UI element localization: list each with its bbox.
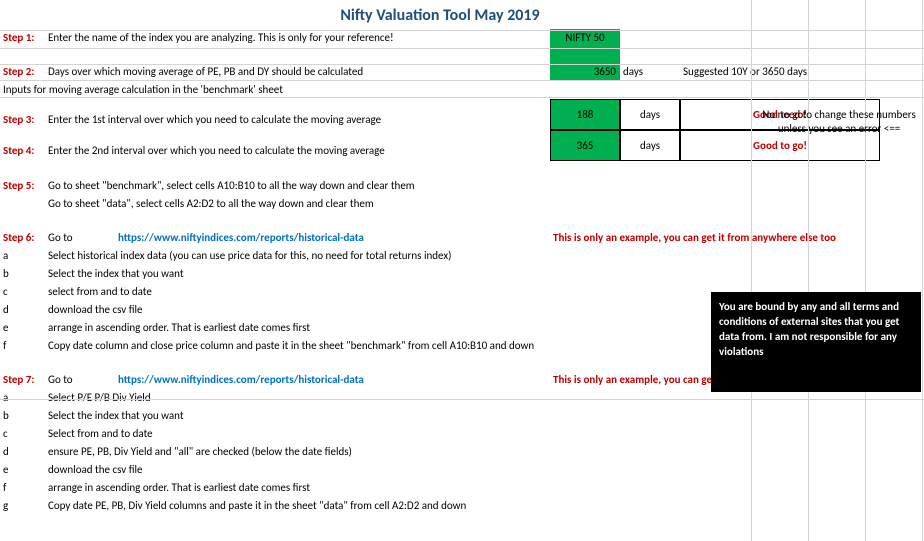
step7-url[interactable]: https://www.niftyindices.com/reports/his…	[115, 371, 550, 389]
step7-d: ensure PE, PB, Div Yield and "all" are c…	[45, 443, 880, 461]
step2-suggest: Suggested 10Y or 3650 days	[680, 63, 880, 81]
step1-value[interactable]: NIFTY 50	[550, 29, 620, 47]
step6-e-label: e	[0, 319, 45, 337]
step7-g-label: g	[0, 497, 45, 515]
step7-label: Step 7:	[0, 371, 45, 389]
step2-value[interactable]: 3650	[550, 63, 620, 81]
step1-text: Enter the name of the index you are anal…	[45, 29, 550, 47]
step6-d-label: d	[0, 301, 45, 319]
step4-value[interactable]: 365	[550, 130, 620, 161]
step7-b: Select the index that you want	[45, 407, 880, 425]
step4-text: Enter the 2nd interval over which you ne…	[45, 130, 550, 161]
step5-line2: Go to sheet "data", select cells A2:D2 t…	[45, 195, 880, 213]
step2-label: Step 2:	[0, 63, 45, 81]
step7-c: Select from and to date	[45, 425, 880, 443]
step6-a-label: a	[0, 247, 45, 265]
step4-label: Step 4:	[0, 130, 45, 161]
step3-unit: days	[620, 99, 680, 130]
step7-e-label: e	[0, 461, 45, 479]
side-note: No need to change these numbers unless y…	[755, 108, 923, 137]
step6-example-note: This is only an example, you can get it …	[550, 229, 880, 247]
step6-b-label: b	[0, 265, 45, 283]
step6-c-label: c	[0, 283, 45, 301]
step3-label: Step 3:	[0, 99, 45, 130]
step6-a: Select historical index data (you can us…	[45, 247, 880, 265]
step3-value[interactable]: 188	[550, 99, 620, 130]
step5-label: Step 5:	[0, 177, 45, 195]
green-spacer	[550, 47, 620, 63]
step6-url[interactable]: https://www.niftyindices.com/reports/his…	[115, 229, 550, 247]
step4-unit: days	[620, 130, 680, 161]
step6-goto: Go to	[45, 229, 115, 247]
step7-f: arrange in ascending order. That is earl…	[45, 479, 880, 497]
disclaimer-box: You are bound by any and all terms and c…	[711, 292, 921, 392]
inputs-note: Inputs for moving average calculation in…	[0, 81, 880, 99]
step1-label: Step 1:	[0, 29, 45, 47]
page-title: Nifty Valuation Tool May 2019	[0, 0, 880, 29]
step7-e: download the csv file	[45, 461, 880, 479]
step6-b: Select the index that you want	[45, 265, 880, 283]
step7-g: Copy date PE, PB, Div Yield columns and …	[45, 497, 880, 515]
step6-f-label: f	[0, 337, 45, 355]
step7-b-label: b	[0, 407, 45, 425]
step3-text: Enter the 1st interval over which you ne…	[45, 99, 550, 130]
step7-d-label: d	[0, 443, 45, 461]
spreadsheet-grid: Nifty Valuation Tool May 2019 Step 1: En…	[0, 0, 924, 515]
step6-label: Step 6:	[0, 229, 45, 247]
step2-unit: days	[620, 63, 680, 81]
step7-c-label: c	[0, 425, 45, 443]
step5-line1: Go to sheet "benchmark", select cells A1…	[45, 177, 880, 195]
step2-text: Days over which moving average of PE, PB…	[45, 63, 550, 81]
step7-a-label: a	[0, 389, 45, 407]
step7-goto: Go to	[45, 371, 115, 389]
step7-f-label: f	[0, 479, 45, 497]
